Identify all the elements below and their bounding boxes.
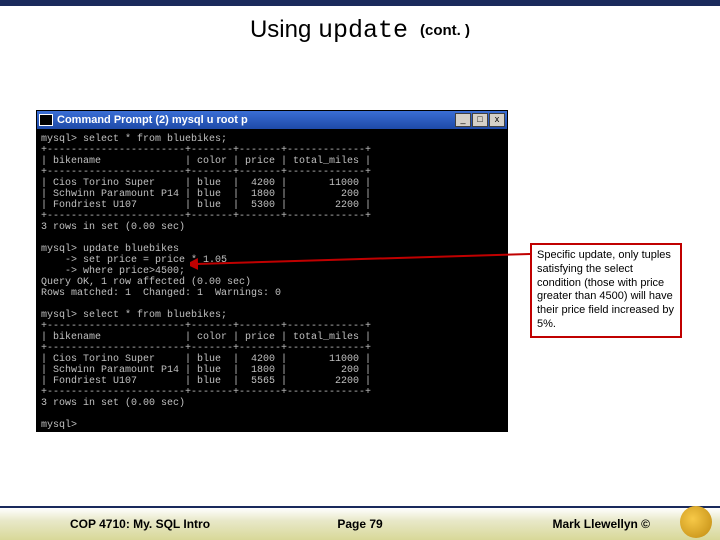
close-button[interactable]: x (489, 113, 505, 127)
slide-title: Using update(cont. ) (0, 6, 720, 49)
footer-page: Page 79 (337, 517, 382, 531)
maximize-button[interactable]: □ (472, 113, 488, 127)
terminal-titlebar: Command Prompt (2) mysql u root p _ □ x (36, 110, 508, 130)
terminal-window: Command Prompt (2) mysql u root p _ □ x … (36, 110, 508, 432)
footer-course: COP 4710: My. SQL Intro (70, 517, 210, 531)
footer-author: Mark Llewellyn © (552, 517, 650, 531)
minimize-button[interactable]: _ (455, 113, 471, 127)
terminal-title-text: Command Prompt (2) mysql u root p (57, 114, 455, 126)
title-prefix: Using (250, 16, 318, 43)
footer-logo-icon (680, 506, 712, 538)
annotation-box: Specific update, only tuples satisfying … (530, 243, 682, 338)
cmd-icon (39, 114, 53, 126)
terminal-output: mysql> select * from bluebikes; +-------… (36, 130, 508, 432)
window-controls: _ □ x (455, 113, 505, 127)
title-cont: (cont. ) (408, 22, 470, 39)
title-code: update (318, 16, 408, 45)
annotation-text: Specific update, only tuples satisfying … (537, 249, 674, 330)
footer-bar: COP 4710: My. SQL Intro Page 79 Mark Lle… (0, 506, 720, 540)
